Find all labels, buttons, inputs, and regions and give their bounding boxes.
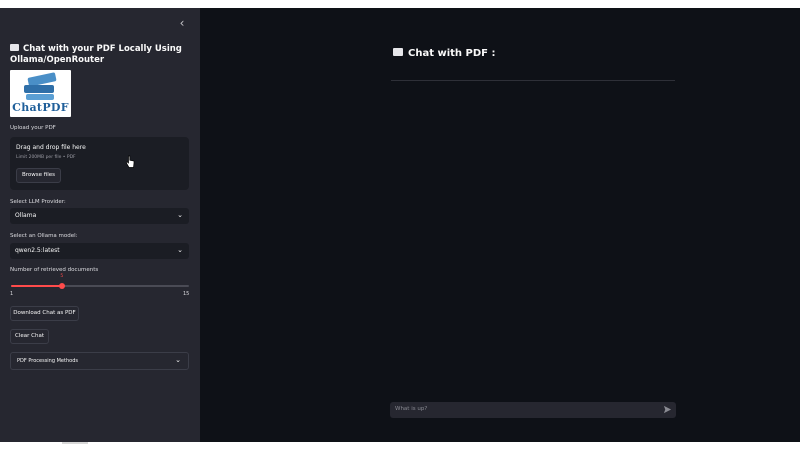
download-chat-button[interactable]: Download Chat as PDF <box>10 306 79 321</box>
slider-thumb[interactable] <box>58 283 65 289</box>
model-select[interactable]: qwen2.5:latest ⌄ <box>10 243 189 259</box>
pdf-processing-expander[interactable]: PDF Processing Methods ⌄ <box>10 352 189 370</box>
chevron-down-icon: ⌄ <box>177 246 183 254</box>
provider-value: Ollama <box>15 212 37 219</box>
chevron-down-icon: ⌄ <box>175 356 181 364</box>
chat-input[interactable]: What is up? <box>390 402 676 418</box>
dropzone-title: Drag and drop file here <box>16 144 86 151</box>
docs-slider[interactable] <box>11 283 189 289</box>
chat-icon <box>393 48 403 56</box>
chevron-left-icon[interactable]: ‹ <box>175 16 189 30</box>
model-value: qwen2.5:latest <box>15 247 60 254</box>
model-label: Select an Ollama model: <box>10 233 78 239</box>
sidebar: ‹ Chat with your PDF Locally Using Ollam… <box>0 8 200 442</box>
expander-label: PDF Processing Methods <box>17 358 78 364</box>
file-dropzone[interactable]: Drag and drop file here Limit 200MB per … <box>10 137 189 190</box>
page-title: Chat with PDF : <box>393 48 495 59</box>
logo-text: ChatPDF <box>12 101 69 114</box>
upload-label: Upload your PDF <box>10 125 56 131</box>
bottom-strip <box>0 442 800 450</box>
chat-input-placeholder: What is up? <box>395 406 428 412</box>
dropzone-limit: Limit 200MB per file • PDF <box>16 155 76 160</box>
browse-files-button[interactable]: Browse files <box>16 168 61 183</box>
slider-value: 5 <box>60 274 64 279</box>
provider-select[interactable]: Ollama ⌄ <box>10 208 189 224</box>
app-window: ‹ Chat with your PDF Locally Using Ollam… <box>0 8 800 442</box>
chevron-down-icon: ⌄ <box>177 211 183 219</box>
chat-icon <box>10 44 19 51</box>
chatpdf-logo: ChatPDF <box>10 70 71 117</box>
bottom-strip-segment <box>62 442 88 444</box>
send-icon[interactable] <box>663 405 672 414</box>
slider-min: 1 <box>10 291 14 297</box>
mouse-cursor-icon <box>125 155 135 168</box>
slider-fill <box>11 285 62 287</box>
slider-max: 15 <box>183 291 190 297</box>
docs-slider-label: Number of retrieved documents <box>10 267 99 273</box>
sidebar-title: Chat with your PDF Locally Using Ollama/… <box>10 44 182 65</box>
clear-chat-button[interactable]: Clear Chat <box>10 329 49 344</box>
divider <box>391 80 675 81</box>
provider-label: Select LLM Provider: <box>10 199 66 205</box>
